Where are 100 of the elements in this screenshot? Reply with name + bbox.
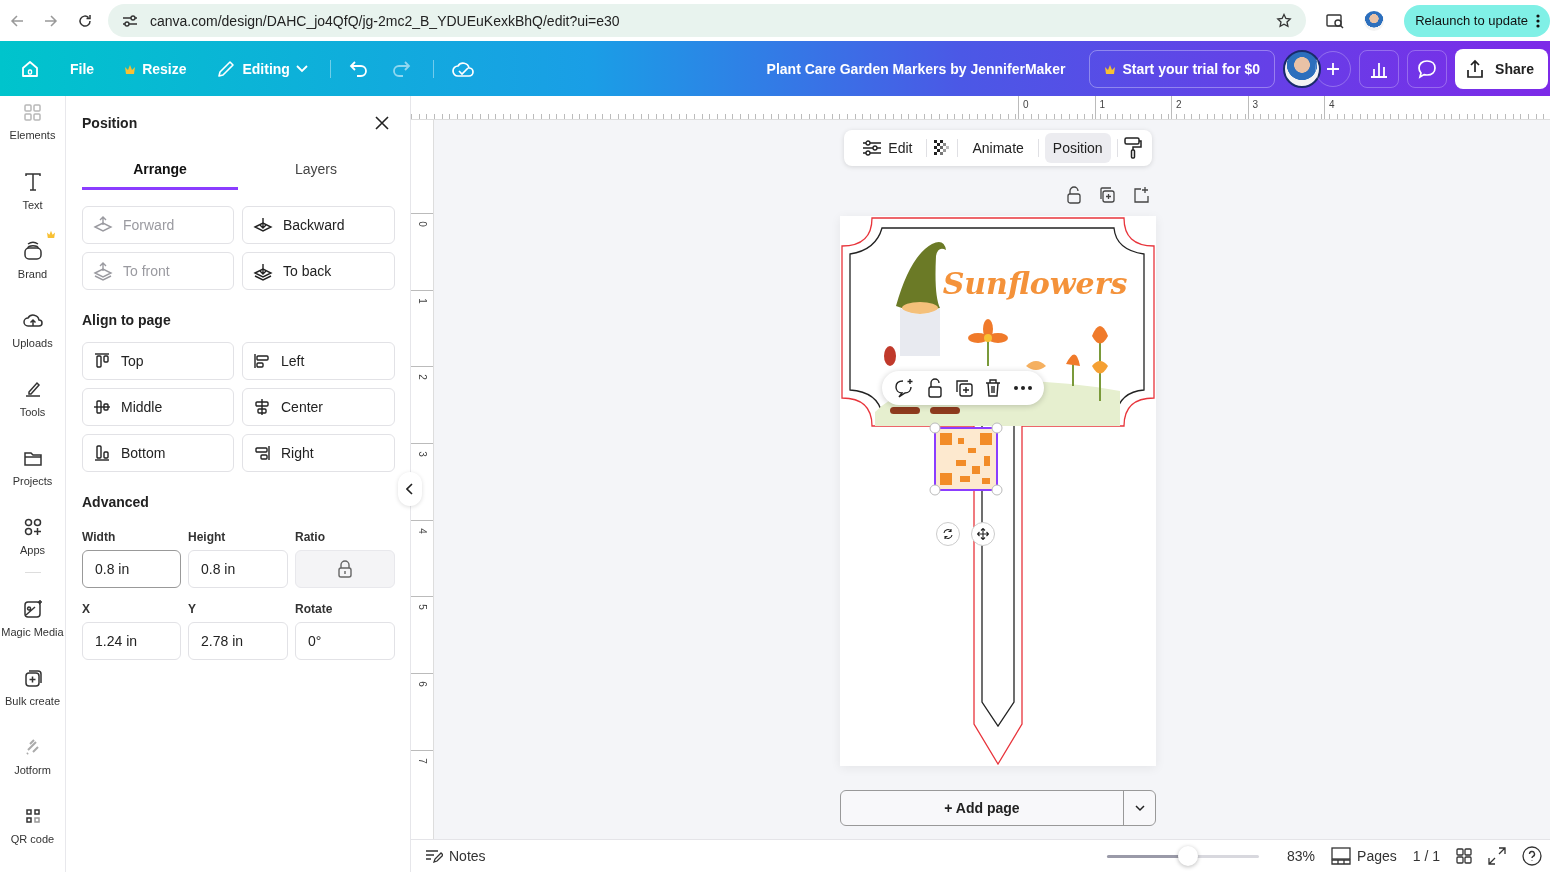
magic-image-icon [21, 597, 44, 620]
user-avatar[interactable] [1283, 49, 1322, 88]
rotate-handle[interactable] [936, 522, 960, 546]
padlock-icon[interactable] [1066, 186, 1082, 204]
paint-roller-icon[interactable] [1123, 137, 1142, 159]
align-left-icon [253, 352, 271, 370]
reload-icon[interactable] [78, 13, 92, 28]
duplicate-icon[interactable] [954, 379, 973, 397]
align-button[interactable]: Bottom [82, 434, 234, 472]
notes-button[interactable]: Notes [425, 848, 486, 864]
collapse-panel-button[interactable] [398, 472, 422, 506]
qr-code-image [936, 429, 996, 489]
ruler-number: 4 [416, 527, 428, 534]
ratio-lock-button[interactable] [295, 550, 395, 588]
layers-up-icon [93, 261, 113, 281]
address-bar[interactable]: canva.com/design/DAHC_jo4QfQ/jg-2mc2_B_YDUEuKexkBhQ/edit?ui=e30 [108, 4, 1307, 37]
sidebar-item[interactable]: Apps [0, 501, 65, 570]
forward-icon[interactable] [44, 13, 58, 28]
section-heading: Align to page [82, 312, 172, 328]
size-field[interactable]: 0.8 in [82, 550, 181, 588]
sidebar-item[interactable]: Tools [0, 363, 65, 432]
site-settings-icon[interactable] [122, 13, 138, 28]
panel-title: Position [82, 115, 138, 131]
search-tab-icon[interactable] [1326, 12, 1345, 29]
pages-icon [1331, 847, 1352, 865]
comment-button[interactable] [1407, 49, 1448, 88]
position-field[interactable]: 0° [295, 622, 395, 660]
transparency-icon[interactable] [933, 139, 952, 157]
position-field[interactable]: 2.78 in [188, 622, 288, 660]
pages-button[interactable]: Pages [1331, 847, 1397, 865]
selection-frame[interactable] [929, 422, 1003, 496]
align-button[interactable]: Left [242, 342, 395, 380]
align-middle-icon [93, 398, 111, 416]
field-label: Ratio [295, 530, 326, 544]
padlock-icon [336, 559, 354, 579]
more-icon[interactable] [1013, 386, 1032, 390]
brand-icon [21, 239, 44, 262]
zoom-slider-thumb[interactable] [1177, 846, 1198, 866]
sidebar-item[interactable]: Bulk create [0, 652, 65, 721]
toolbar-button[interactable]: Position [1044, 133, 1111, 163]
sidebar-item[interactable]: QR code [0, 790, 65, 859]
ruler-number: 0 [416, 221, 428, 227]
chevron-left-icon [406, 483, 414, 495]
relaunch-button[interactable]: Relaunch to update [1404, 4, 1550, 37]
pencil-icon [216, 58, 237, 79]
chevron-down-icon [295, 64, 308, 73]
align-button[interactable]: Top [82, 342, 234, 380]
comment-add-icon[interactable] [894, 378, 915, 398]
back-icon[interactable] [10, 13, 24, 28]
design-heading: Sunflowers [942, 266, 1128, 301]
zoom-slider[interactable] [1107, 846, 1259, 866]
close-icon[interactable] [374, 115, 390, 131]
toolbar-button[interactable]: Edit [854, 133, 921, 163]
share-button[interactable]: Share [1455, 48, 1548, 89]
sidebar-item[interactable]: Projects [0, 432, 65, 501]
toolbar-button[interactable]: Animate [964, 133, 1032, 163]
panel-tab[interactable]: Arrange [82, 156, 238, 190]
document-title[interactable]: Plant Care Garden Markers by JenniferMaker [766, 60, 1066, 77]
sidebar-item[interactable]: Jotform [0, 721, 65, 790]
sidebar-item[interactable]: Text [0, 156, 65, 225]
layer-up-icon [93, 215, 113, 235]
move-icon [977, 528, 989, 540]
ruler-number: 3 [1252, 99, 1259, 110]
zoom-percentage[interactable]: 83% [1287, 848, 1316, 864]
grid-view-icon[interactable] [1456, 848, 1472, 864]
sidebar-item[interactable]: Elements [0, 96, 65, 156]
trash-icon[interactable] [985, 379, 1002, 397]
insights-button[interactable] [1359, 49, 1400, 88]
help-icon[interactable] [1522, 846, 1542, 866]
star-icon[interactable] [1276, 12, 1293, 29]
padlock-icon[interactable] [926, 378, 943, 398]
fullscreen-icon[interactable] [1488, 847, 1506, 865]
panel-tab[interactable]: Layers [238, 156, 394, 190]
undo-icon[interactable] [348, 59, 369, 78]
ruler-number: 5 [416, 604, 428, 611]
sidebar-item[interactable]: Uploads [0, 294, 65, 363]
align-button[interactable]: Center [242, 388, 395, 426]
arrange-button[interactable]: To back [242, 252, 395, 290]
move-handle[interactable] [971, 522, 995, 546]
trial-button[interactable]: Start your trial for $0 [1089, 49, 1276, 88]
sidebar-item[interactable]: Brand [0, 225, 65, 294]
chevron-down-icon [1134, 804, 1145, 812]
align-button[interactable]: Middle [82, 388, 234, 426]
position-field[interactable]: 1.24 in [82, 622, 181, 660]
ruler-number: 7 [416, 758, 428, 764]
align-button[interactable]: Right [242, 434, 395, 472]
arrange-button[interactable]: Backward [242, 206, 395, 244]
ruler-number: 4 [1329, 99, 1335, 110]
add-page-icon[interactable] [1132, 186, 1150, 204]
profile-avatar[interactable] [1364, 10, 1385, 31]
crown-icon [124, 63, 137, 74]
duplicate-icon[interactable] [1098, 186, 1116, 204]
ruler-number: 2 [416, 374, 428, 381]
layer-down-icon [253, 215, 273, 235]
sidebar-item[interactable]: Magic Media [0, 583, 65, 652]
add-page-button[interactable]: + Add page [841, 791, 1123, 825]
page-counter: 1 / 1 [1412, 848, 1440, 864]
size-field[interactable]: 0.8 in [188, 550, 288, 588]
crown-icon [1104, 63, 1117, 74]
cloud-check-icon[interactable] [451, 59, 474, 78]
